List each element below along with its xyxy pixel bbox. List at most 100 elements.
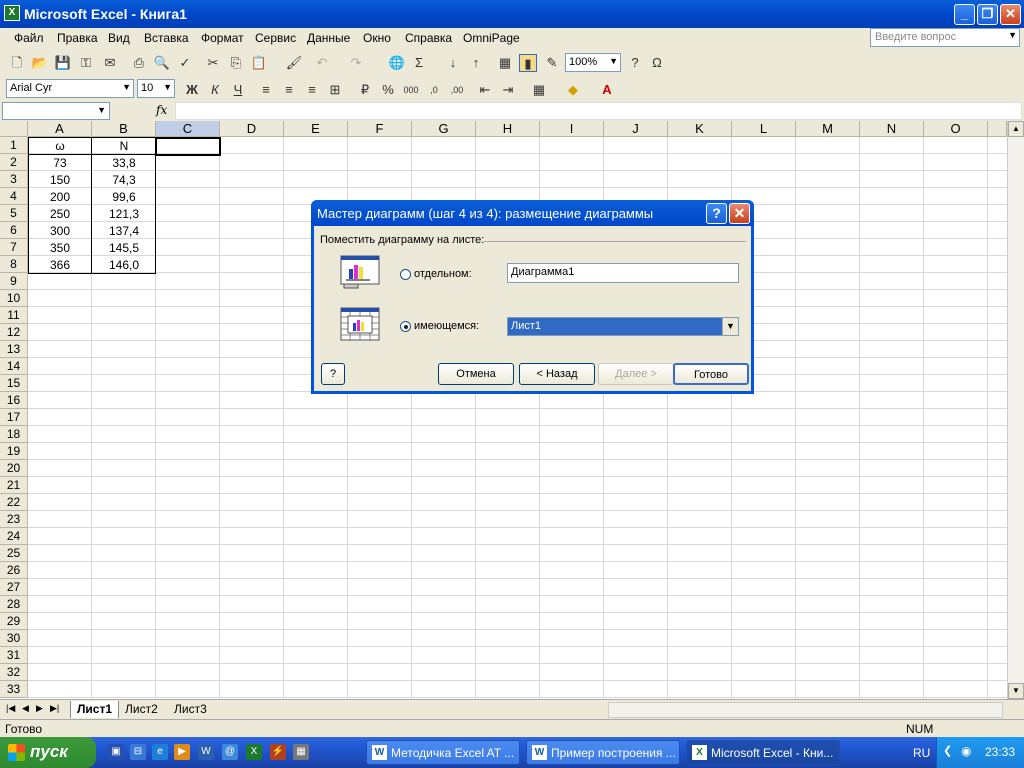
outlook-icon[interactable]: @ — [222, 744, 238, 760]
media-player-icon[interactable]: ▶ — [174, 744, 190, 760]
save-quicklaunch-icon[interactable]: ▣ — [108, 744, 124, 760]
decrease-decimal-icon[interactable]: ,00 — [448, 81, 466, 99]
row-header-12[interactable]: 12 — [0, 324, 28, 341]
row-header-26[interactable]: 26 — [0, 562, 28, 579]
back-button[interactable]: < Назад — [519, 363, 595, 385]
print-preview-icon[interactable]: 🔍 — [153, 54, 171, 72]
cell-b2[interactable]: 33,8 — [92, 155, 156, 172]
font-size-select[interactable]: 10 ▼ — [137, 79, 175, 98]
align-left-icon[interactable]: ≡ — [257, 81, 275, 99]
cell-a6[interactable]: 300 — [28, 223, 92, 240]
col-header-e[interactable]: E — [284, 121, 348, 137]
internet-explorer-icon[interactable]: e — [152, 744, 168, 760]
row-header-24[interactable]: 24 — [0, 528, 28, 545]
row-header-30[interactable]: 30 — [0, 630, 28, 647]
cell-b7[interactable]: 145,5 — [92, 240, 156, 257]
col-header-m[interactable]: M — [796, 121, 860, 137]
cell-b4[interactable]: 99,6 — [92, 189, 156, 206]
vertical-scrollbar[interactable]: ▲ ▼ — [1007, 121, 1024, 699]
cell-b3[interactable]: 74,3 — [92, 172, 156, 189]
col-header-i[interactable]: I — [540, 121, 604, 137]
col-header-l[interactable]: L — [732, 121, 796, 137]
paste-icon[interactable]: 📋 — [250, 54, 268, 72]
row-header-3[interactable]: 3 — [0, 171, 28, 188]
col-header-p[interactable] — [988, 121, 1007, 137]
decrease-indent-icon[interactable]: ⇤ — [476, 81, 494, 99]
percent-icon[interactable]: % — [379, 81, 397, 99]
copy-icon[interactable]: ⎘ — [227, 54, 245, 72]
calculator-icon[interactable]: ▦ — [293, 744, 309, 760]
font-color-icon[interactable]: A — [598, 81, 616, 99]
access-icon[interactable]: ⚡ — [270, 744, 286, 760]
horizontal-scrollbar[interactable] — [608, 702, 1003, 718]
last-sheet-icon[interactable]: ▶| — [50, 703, 59, 714]
name-box[interactable]: ▼ — [2, 102, 110, 120]
menu-help[interactable]: Справка — [405, 31, 452, 45]
font-select[interactable]: Arial Cyr ▼ — [6, 79, 134, 98]
increase-indent-icon[interactable]: ⇥ — [499, 81, 517, 99]
col-header-n[interactable]: N — [860, 121, 924, 137]
cell-a2[interactable]: 73 — [28, 155, 92, 172]
thousands-icon[interactable]: 000 — [402, 81, 420, 99]
menu-view[interactable]: Вид — [108, 31, 130, 45]
task-word-metodichka[interactable]: W Методичка Excel AT ... — [366, 740, 520, 765]
permission-icon[interactable]: ⚿ — [77, 54, 95, 72]
row-header-13[interactable]: 13 — [0, 341, 28, 358]
task-excel[interactable]: X Microsoft Excel - Кни... — [686, 740, 840, 765]
row-header-20[interactable]: 20 — [0, 460, 28, 477]
col-header-d[interactable]: D — [220, 121, 284, 137]
col-header-a[interactable]: A — [28, 121, 92, 137]
help-search-input[interactable]: Введите вопрос ▼ — [870, 28, 1020, 47]
cell-a1[interactable]: ω — [28, 138, 92, 155]
row-header-18[interactable]: 18 — [0, 426, 28, 443]
minimize-button[interactable]: _ — [954, 4, 975, 25]
sort-asc-icon[interactable]: ↓ — [444, 54, 462, 72]
col-header-b[interactable]: B — [92, 121, 156, 137]
restore-button[interactable]: ❐ — [977, 4, 998, 25]
row-header-5[interactable]: 5 — [0, 205, 28, 222]
prev-sheet-icon[interactable]: ◀ — [22, 703, 29, 714]
format-painter-icon[interactable]: 🖌 — [285, 54, 303, 72]
option-existing-radio[interactable] — [400, 321, 411, 332]
cell-a5[interactable]: 250 — [28, 206, 92, 223]
scroll-down-icon[interactable]: ▼ — [1008, 683, 1024, 699]
align-right-icon[interactable]: ≡ — [303, 81, 321, 99]
row-header-31[interactable]: 31 — [0, 647, 28, 664]
cell-b1[interactable]: N — [92, 138, 156, 155]
row-header-32[interactable]: 32 — [0, 664, 28, 681]
next-button[interactable]: Далее > — [598, 363, 674, 385]
col-header-h[interactable]: H — [476, 121, 540, 137]
menu-edit[interactable]: Правка — [57, 31, 98, 45]
select-all-corner[interactable] — [0, 121, 28, 137]
row-header-10[interactable]: 10 — [0, 290, 28, 307]
row-header-16[interactable]: 16 — [0, 392, 28, 409]
redo-icon[interactable]: ↷ — [347, 54, 365, 72]
separate-sheet-name-input[interactable]: Диаграмма1 — [507, 263, 739, 283]
scroll-up-icon[interactable]: ▲ — [1008, 121, 1024, 137]
row-header-14[interactable]: 14 — [0, 358, 28, 375]
tray-cd-icon[interactable]: ◉ — [961, 744, 971, 758]
col-header-g[interactable]: G — [412, 121, 476, 137]
col-header-c[interactable]: C — [156, 121, 220, 137]
menu-omnipage[interactable]: OmniPage — [463, 31, 520, 45]
existing-sheet-select[interactable]: Лист1 ▼ — [507, 317, 739, 336]
row-header-17[interactable]: 17 — [0, 409, 28, 426]
row-header-23[interactable]: 23 — [0, 511, 28, 528]
tab-sheet2[interactable]: Лист2 — [119, 701, 164, 718]
row-header-25[interactable]: 25 — [0, 545, 28, 562]
symbol-icon[interactable]: Ω — [648, 54, 666, 72]
row-header-28[interactable]: 28 — [0, 596, 28, 613]
cell-a3[interactable]: 150 — [28, 172, 92, 189]
new-icon[interactable]: 🗋 — [8, 54, 26, 72]
print-icon[interactable]: ⎙ — [130, 54, 148, 72]
zoom-select[interactable]: 100% ▼ — [565, 53, 621, 72]
row-header-7[interactable]: 7 — [0, 239, 28, 256]
menu-file[interactable]: Файл — [14, 31, 44, 45]
first-sheet-icon[interactable]: |◀ — [6, 703, 15, 714]
menu-data[interactable]: Данные — [307, 31, 350, 45]
active-cell-c1[interactable] — [155, 137, 221, 156]
dialog-help-button[interactable]: ? — [706, 203, 727, 224]
menu-window[interactable]: Окно — [363, 31, 391, 45]
language-indicator[interactable]: RU — [913, 746, 930, 760]
row-header-33[interactable]: 33 — [0, 681, 28, 698]
